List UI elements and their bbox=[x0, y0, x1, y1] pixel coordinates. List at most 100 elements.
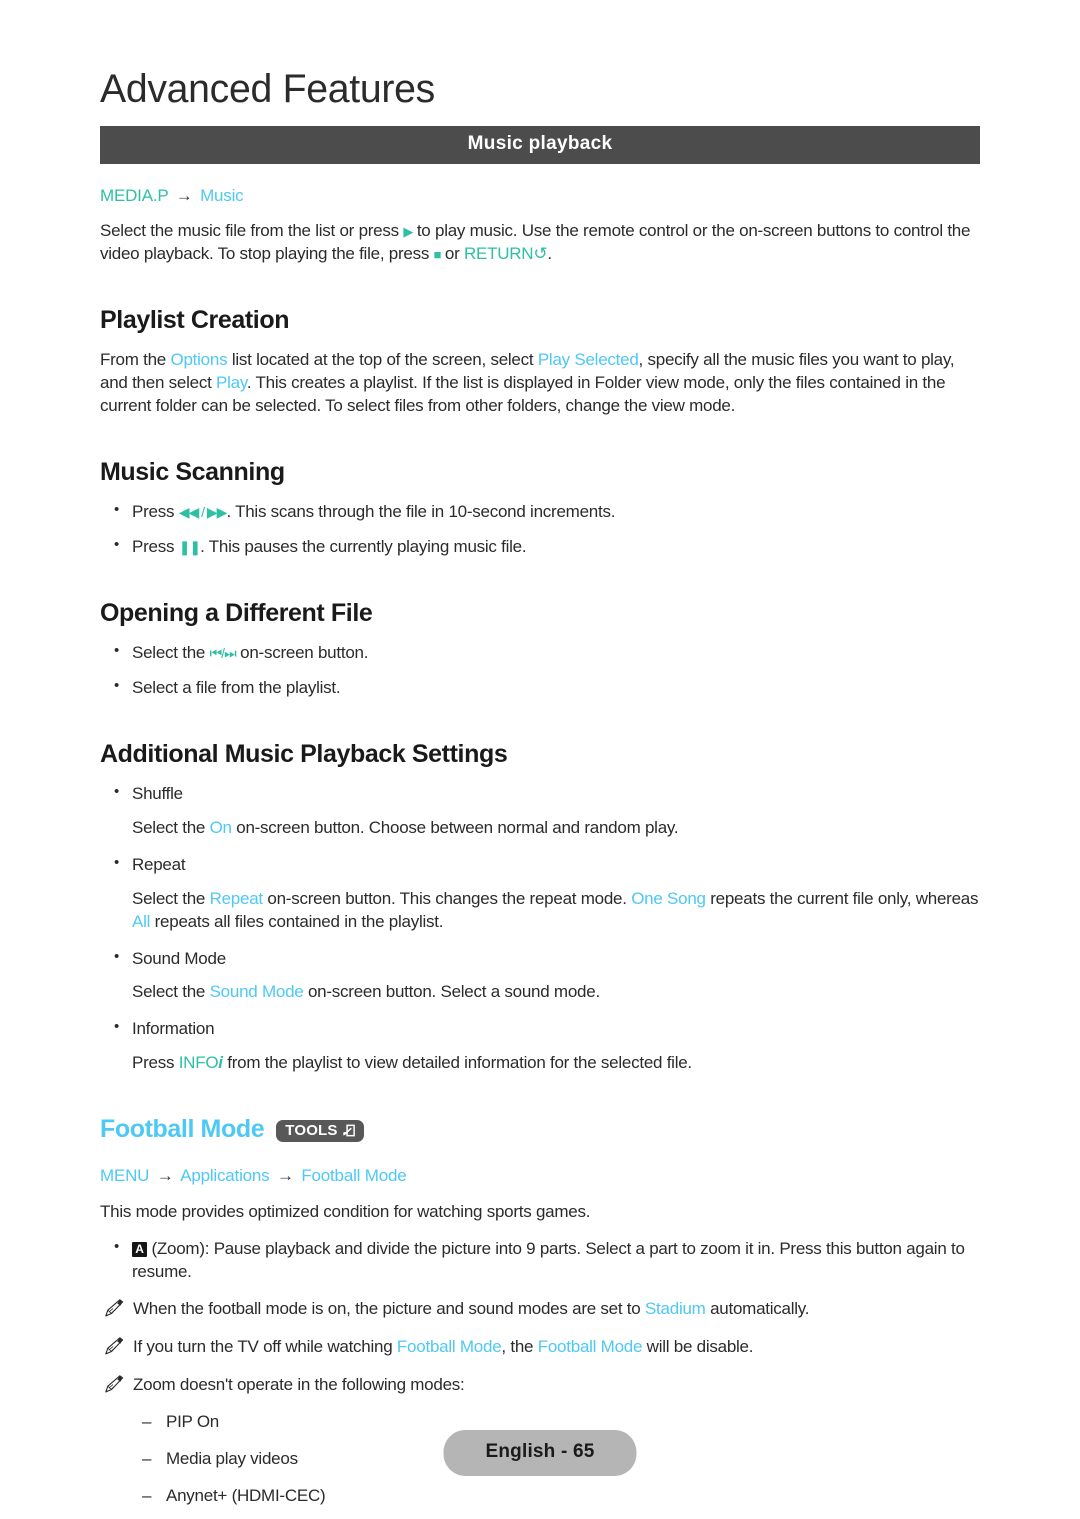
link-repeat: Repeat bbox=[209, 888, 264, 908]
page-title: Advanced Features bbox=[100, 67, 435, 111]
link-options: Options bbox=[170, 350, 228, 370]
odf-item1-pre: Select a file from the playlist. bbox=[132, 677, 341, 697]
odf-item0-pre: Select the bbox=[132, 642, 210, 662]
breadcrumb-segment-football-mode: Football Mode bbox=[301, 1166, 407, 1186]
play-icon: ▶ bbox=[403, 224, 413, 240]
link-one-song: One Song bbox=[631, 888, 706, 908]
manual-page: Advanced Features Music playback MEDIA.P… bbox=[0, 0, 1080, 1519]
tools-badge-label: TOOLS bbox=[285, 1121, 338, 1139]
note1-text-b: , the bbox=[501, 1337, 538, 1357]
breadcrumb-football-path: MENU → Applications → Football Mode bbox=[100, 1166, 980, 1186]
section-banner-label: Music playback bbox=[467, 133, 613, 154]
tools-badge: TOOLS bbox=[276, 1119, 364, 1142]
intro-text-part3: or bbox=[440, 244, 464, 264]
link-football-mode-1: Football Mode bbox=[396, 1337, 502, 1357]
odf-item0-post: on-screen button. bbox=[235, 642, 369, 662]
return-arrow-icon: ↺ bbox=[533, 244, 548, 264]
pc-text-a: From the bbox=[100, 350, 171, 370]
additional-settings-list: Shuffle bbox=[100, 782, 980, 806]
heading-additional-settings: Additional Music Playback Settings bbox=[100, 739, 508, 768]
link-on: On bbox=[209, 817, 232, 837]
breadcrumb-media-path: MEDIA.P → Music bbox=[100, 186, 980, 206]
list-item: Anynet+ (HDMI-CEC) bbox=[100, 1485, 980, 1508]
note0-text-a: When the football mode is on, the pictur… bbox=[133, 1299, 645, 1319]
breadcrumb-segment-music: Music bbox=[200, 186, 244, 205]
additional-settings-list: Repeat bbox=[100, 853, 980, 877]
setting-body-repeat: Select the Repeat on-screen button. This… bbox=[132, 888, 980, 934]
repeat-text-a: Select the bbox=[132, 888, 210, 908]
opening-file-list: Select the ⏮/⏭ on-screen button. Select … bbox=[100, 641, 980, 700]
setting-label-repeat: Repeat bbox=[100, 853, 980, 877]
shuffle-text-b: on-screen button. Choose between normal … bbox=[231, 817, 679, 837]
skip-prev-next-icon: ⏮/⏭ bbox=[209, 644, 237, 661]
note0-text-b: automatically. bbox=[705, 1299, 810, 1319]
tools-enter-icon bbox=[341, 1123, 356, 1138]
info-key-label: INFO bbox=[178, 1053, 219, 1073]
ms-item0-post: . This scans through the file in 10-seco… bbox=[226, 502, 616, 522]
ms-item1-post: . This pauses the currently playing musi… bbox=[200, 537, 527, 557]
pause-icon: ❚❚ bbox=[178, 539, 201, 556]
link-all: All bbox=[132, 911, 151, 931]
information-text-a: Press bbox=[132, 1053, 179, 1073]
shuffle-text-a: Select the bbox=[132, 817, 210, 837]
information-text-b: from the playlist to view detailed infor… bbox=[222, 1053, 692, 1073]
section-banner: Music playback bbox=[100, 126, 980, 164]
soundmode-text-a: Select the bbox=[132, 982, 210, 1002]
pencil-icon bbox=[102, 1299, 126, 1319]
note1-text-a: If you turn the TV off while watching bbox=[133, 1337, 397, 1357]
additional-settings-list: Information bbox=[100, 1017, 980, 1041]
music-scanning-list: Press ◀◀ / ▶▶. This scans through the fi… bbox=[100, 500, 980, 559]
football-mode-intro: This mode provides optimized condition f… bbox=[100, 1201, 591, 1221]
note2-text-a: Zoom doesn't operate in the following mo… bbox=[133, 1375, 465, 1395]
heading-opening-different-file: Opening a Different File bbox=[100, 598, 373, 627]
pencil-icon bbox=[102, 1375, 126, 1395]
playlist-creation-paragraph: From the Options list located at the top… bbox=[100, 349, 980, 418]
pencil-icon bbox=[102, 1337, 126, 1357]
link-play-selected: Play Selected bbox=[537, 350, 639, 370]
football-mode-title: Football Mode bbox=[100, 1115, 265, 1144]
link-stadium: Stadium bbox=[644, 1299, 706, 1319]
return-key-label: RETURN bbox=[463, 244, 534, 264]
note-line: When the football mode is on, the pictur… bbox=[100, 1298, 980, 1321]
football-mode-zoom-list: A (Zoom): Pause playback and divide the … bbox=[100, 1237, 980, 1284]
note1-text-c: will be disable. bbox=[642, 1337, 754, 1357]
setting-body-sound-mode: Select the Sound Mode on-screen button. … bbox=[132, 981, 980, 1004]
note-line: If you turn the TV off while watching Fo… bbox=[100, 1336, 980, 1359]
arrow-icon: → bbox=[175, 186, 193, 205]
arrow-icon: → bbox=[156, 1166, 174, 1186]
page-footer-badge: English - 65 bbox=[443, 1430, 637, 1476]
heading-music-scanning: Music Scanning bbox=[100, 458, 285, 487]
breadcrumb-segment-applications: Applications bbox=[180, 1166, 270, 1186]
setting-body-shuffle: Select the On on-screen button. Choose b… bbox=[132, 817, 980, 840]
ms-item1-pre: Press bbox=[132, 537, 179, 557]
setting-label-shuffle: Shuffle bbox=[100, 782, 980, 806]
repeat-text-d: repeats all files contained in the playl… bbox=[150, 911, 444, 931]
setting-body-information: Press INFOi from the playlist to view de… bbox=[132, 1052, 980, 1075]
setting-label-sound-mode: Sound Mode bbox=[100, 947, 980, 971]
key-a-icon: A bbox=[132, 1241, 147, 1257]
intro-text-part4: . bbox=[547, 244, 552, 264]
arrow-icon: → bbox=[277, 1166, 294, 1186]
setting-label-information: Information bbox=[100, 1017, 980, 1041]
link-football-mode-2: Football Mode bbox=[537, 1337, 643, 1357]
heading-playlist-creation: Playlist Creation bbox=[100, 306, 290, 335]
rewind-fastforward-icon: ◀◀ / ▶▶ bbox=[178, 504, 228, 521]
ms-item0-pre: Press bbox=[132, 502, 179, 522]
list-item: Select a file from the playlist. bbox=[100, 676, 980, 700]
heading-football-mode: Football Mode TOOLS bbox=[100, 1115, 980, 1144]
list-item: A (Zoom): Pause playback and divide the … bbox=[100, 1237, 980, 1284]
intro-text-part1: Select the music file from the list or p… bbox=[100, 221, 404, 241]
additional-settings-list: Sound Mode bbox=[100, 947, 980, 971]
link-sound-mode: Sound Mode bbox=[209, 982, 304, 1002]
page-number-label: English - 65 bbox=[485, 1441, 595, 1462]
zoom-bullet-text: (Zoom): Pause playback and divide the pi… bbox=[132, 1238, 965, 1281]
breadcrumb-segment-media: MEDIA.P bbox=[100, 186, 169, 205]
repeat-text-b: on-screen button. This changes the repea… bbox=[262, 888, 632, 908]
link-play: Play bbox=[216, 373, 247, 393]
note-line: Zoom doesn't operate in the following mo… bbox=[100, 1374, 980, 1397]
intro-paragraph: Select the music file from the list or p… bbox=[100, 220, 980, 266]
pc-text-b: list located at the top of the screen, s… bbox=[227, 350, 538, 370]
soundmode-text-b: on-screen button. Select a sound mode. bbox=[303, 982, 600, 1002]
repeat-text-c: repeats the current file only, whereas bbox=[705, 888, 979, 908]
list-item: Select the ⏮/⏭ on-screen button. bbox=[100, 641, 980, 665]
